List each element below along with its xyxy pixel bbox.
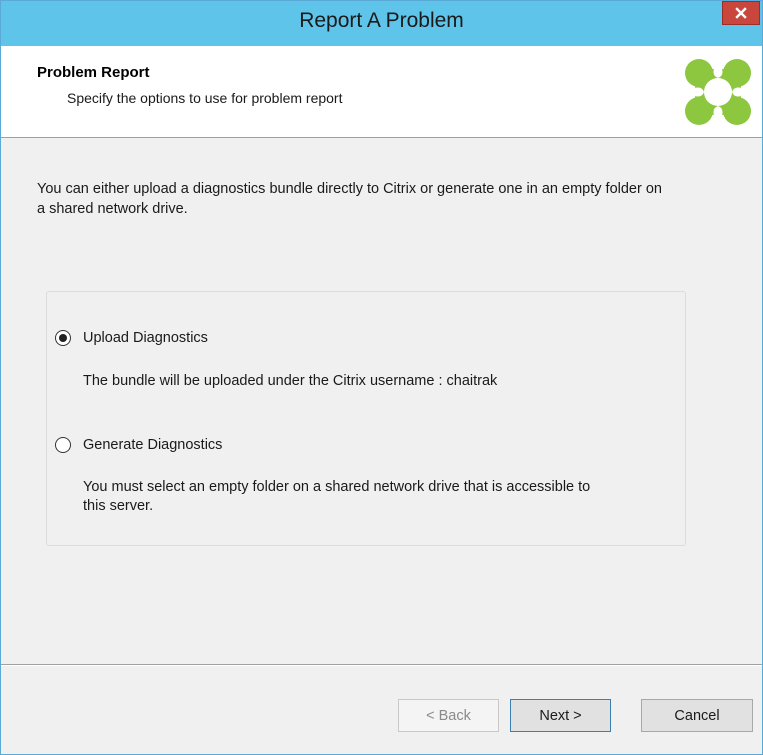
upload-diagnostics-description: The bundle will be uploaded under the Ci… [83, 373, 498, 389]
generate-diagnostics-radio[interactable] [55, 437, 71, 453]
intro-line-2: a shared network drive. [37, 201, 188, 217]
next-button[interactable]: Next > [510, 699, 611, 732]
back-button[interactable]: < Back [398, 699, 499, 732]
generate-diagnostics-option[interactable]: Generate Diagnostics [55, 437, 222, 453]
citrix-logo-icon [685, 59, 751, 125]
upload-diagnostics-label[interactable]: Upload Diagnostics [83, 330, 208, 346]
diagnostics-options-group: Upload Diagnostics The bundle will be up… [46, 291, 686, 546]
window-title: Report A Problem [299, 9, 464, 32]
close-button[interactable] [722, 1, 760, 25]
cancel-button[interactable]: Cancel [641, 699, 753, 732]
generate-description-line-2: this server. [83, 498, 154, 514]
report-problem-dialog: Report A Problem Problem Report Specify … [0, 0, 763, 755]
close-x-icon [735, 7, 747, 19]
generate-diagnostics-description: You must select an empty folder on a sha… [83, 478, 590, 516]
title-bar[interactable]: Report A Problem [1, 1, 762, 46]
generate-diagnostics-label[interactable]: Generate Diagnostics [83, 437, 222, 453]
page-subtitle: Specify the options to use for problem r… [67, 90, 343, 106]
intro-text: You can either upload a diagnostics bund… [37, 179, 752, 219]
generate-description-line-1: You must select an empty folder on a sha… [83, 479, 591, 495]
page-title: Problem Report [37, 64, 150, 81]
intro-line-1: You can either upload a diagnostics bund… [37, 181, 662, 197]
upload-diagnostics-radio[interactable] [55, 330, 71, 346]
radio-selected-dot [59, 334, 67, 342]
wizard-header: Problem Report Specify the options to us… [1, 46, 762, 138]
footer-divider-highlight [1, 665, 762, 666]
upload-diagnostics-option[interactable]: Upload Diagnostics [55, 330, 208, 346]
